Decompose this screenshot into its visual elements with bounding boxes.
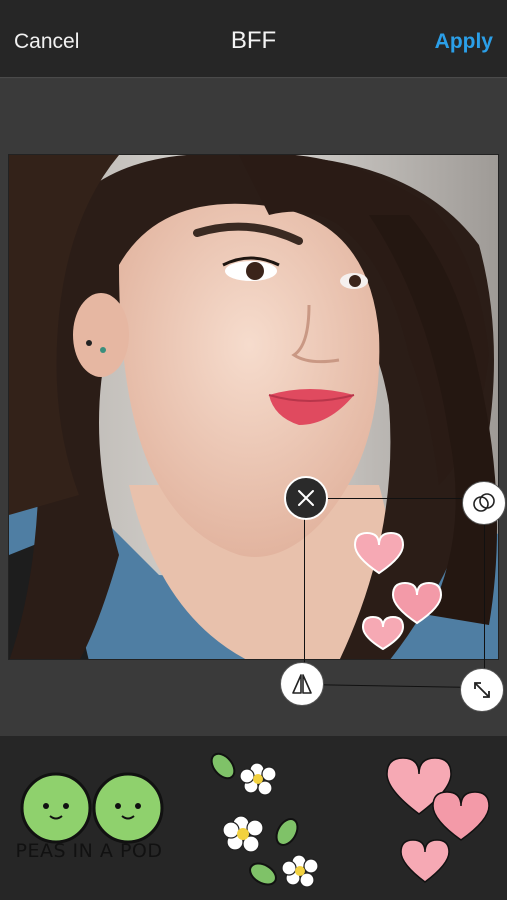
sticker-frame-left — [304, 500, 305, 684]
hearts-illustration — [386, 757, 490, 883]
close-icon — [298, 490, 314, 506]
flip-sticker-button[interactable] — [280, 662, 324, 706]
flowers-illustration — [210, 752, 319, 888]
sticker-peas-in-a-pod[interactable]: PEAS IN A POD — [14, 764, 169, 899]
sticker-frame-right — [484, 500, 485, 688]
resize-arrows-icon — [474, 682, 490, 698]
sticker-frame-top — [306, 498, 484, 499]
layer-order-button[interactable] — [462, 481, 506, 525]
overlapping-circles-icon — [473, 493, 495, 512]
page-title: BFF — [230, 27, 277, 54]
sticker-caption: PEAS IN A POD — [15, 840, 163, 862]
sticker-pink-hearts[interactable] — [385, 744, 505, 894]
top-bar: Cancel BFF Apply — [0, 0, 507, 78]
portrait-photo — [8, 154, 499, 660]
sticker-flowers-and-leaves[interactable] — [205, 744, 330, 894]
resize-rotate-button[interactable] — [460, 668, 504, 712]
apply-button[interactable]: Apply — [435, 30, 493, 54]
sticker-tray: PEAS IN A POD — [0, 736, 507, 900]
delete-sticker-button[interactable] — [284, 476, 328, 520]
flip-icon — [292, 674, 312, 694]
